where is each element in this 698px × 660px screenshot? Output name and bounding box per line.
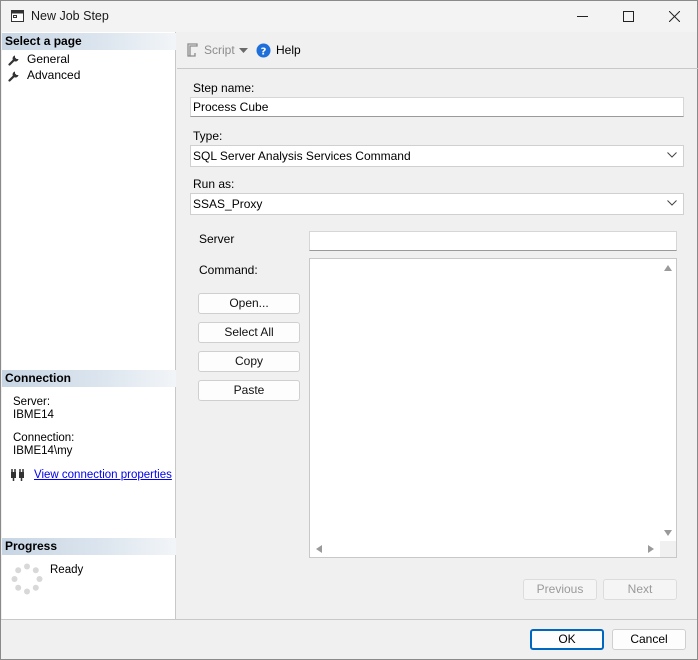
scroll-down-icon[interactable] (664, 530, 672, 536)
run-as-label: Run as: (193, 177, 235, 191)
run-as-select[interactable]: SSAS_Proxy (190, 193, 684, 215)
close-button[interactable] (651, 1, 697, 32)
script-label: Script (204, 43, 235, 57)
view-connection-properties[interactable]: View connection properties (10, 468, 172, 482)
page-item-general[interactable]: General (8, 51, 70, 67)
paste-button[interactable]: Paste (198, 380, 300, 401)
previous-button[interactable]: Previous (523, 579, 597, 600)
wrench-icon (8, 71, 19, 82)
ok-button[interactable]: OK (530, 629, 604, 650)
scroll-right-icon[interactable] (648, 545, 654, 553)
type-label: Type: (193, 129, 223, 143)
dialog-window: New Job Step Select a page General Advan… (0, 0, 698, 660)
next-button[interactable]: Next (603, 579, 677, 600)
step-name-input[interactable]: Process Cube (190, 97, 684, 117)
minimize-icon (576, 16, 588, 17)
open-button[interactable]: Open... (198, 293, 300, 314)
run-as-select-value: SSAS_Proxy (193, 197, 263, 211)
script-dropdown[interactable] (239, 41, 248, 59)
window-app-icon (11, 10, 24, 22)
close-icon (668, 11, 680, 22)
type-select-value: SQL Server Analysis Services Command (193, 149, 411, 163)
scroll-left-icon[interactable] (316, 545, 322, 553)
left-pane: Select a page General Advanced Connectio… (2, 32, 176, 619)
command-textarea[interactable] (309, 258, 677, 558)
minimize-button[interactable] (559, 1, 605, 32)
page-item-advanced[interactable]: Advanced (8, 67, 80, 83)
server-label: Server: (13, 396, 51, 408)
progress-spinner-icon (11, 563, 43, 595)
page-item-label: Advanced (27, 68, 81, 82)
toolbar: Script ? Help (177, 32, 698, 69)
vertical-scrollbar[interactable] (660, 259, 676, 542)
progress-header: Progress (2, 538, 176, 555)
connection-label: Connection: (13, 432, 75, 444)
chevron-down-icon (667, 200, 677, 206)
command-label: Command: (199, 263, 258, 277)
page-item-label: General (27, 52, 70, 66)
server-input[interactable] (309, 231, 677, 251)
view-connection-link[interactable]: View connection properties (34, 469, 172, 481)
chevron-down-icon (667, 152, 677, 158)
script-button[interactable]: Script (185, 41, 235, 59)
svg-text:?: ? (261, 46, 267, 57)
scrollbar-corner (660, 541, 676, 557)
cancel-button[interactable]: Cancel (612, 629, 686, 650)
select-all-button[interactable]: Select All (198, 322, 300, 343)
help-icon: ? (256, 43, 271, 57)
wrench-icon (8, 55, 19, 66)
connection-value: IBME14\my (13, 445, 73, 457)
scroll-up-icon[interactable] (664, 265, 672, 271)
title-bar: New Job Step (1, 1, 697, 32)
step-name-label: Step name: (193, 81, 255, 95)
horizontal-scrollbar[interactable] (310, 541, 660, 557)
progress-status: Ready (50, 564, 84, 576)
type-select[interactable]: SQL Server Analysis Services Command (190, 145, 684, 167)
copy-button[interactable]: Copy (198, 351, 300, 372)
select-page-header: Select a page (2, 33, 176, 50)
window-title: New Job Step (31, 9, 109, 23)
plug-icon (11, 469, 24, 481)
maximize-icon (622, 11, 634, 22)
caret-down-icon (239, 47, 248, 53)
help-button[interactable]: ? Help (256, 41, 301, 59)
help-label: Help (276, 43, 301, 57)
script-icon (187, 43, 198, 57)
server-value: IBME14 (13, 409, 54, 421)
connection-header: Connection (2, 370, 176, 387)
maximize-button[interactable] (605, 1, 651, 32)
server-field-label: Server (199, 232, 235, 246)
